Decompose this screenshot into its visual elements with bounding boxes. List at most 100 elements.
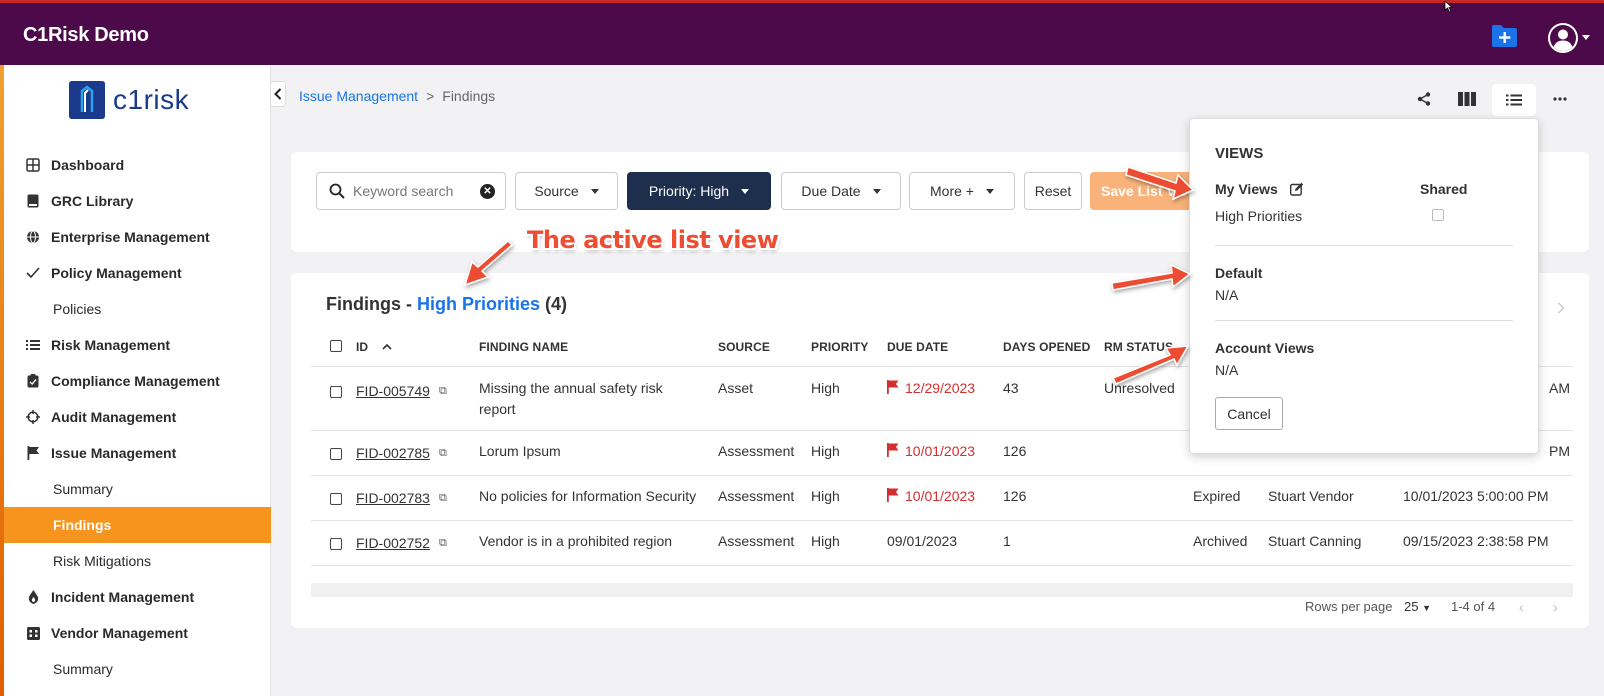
sidebar-item-enterprise-management[interactable]: Enterprise Management [4,219,271,255]
rows-per-page-value: 25 [1404,599,1419,614]
row-checkbox[interactable] [330,538,342,550]
horizontal-scrollbar[interactable] [311,583,1573,597]
shared-column-label: Shared [1420,181,1468,197]
finding-due-date: 12/29/2023 [887,378,975,399]
my-view-high-priorities[interactable]: High Priorities [1215,208,1302,224]
finding-id-link[interactable]: FID-005749 [356,381,430,402]
list-icon [25,337,41,353]
select-all-checkbox[interactable] [330,340,342,352]
findings-title: Findings - High Priorities (4) [326,294,567,315]
column-header-rm-status[interactable]: RM STATUS [1104,340,1173,354]
priority-filter[interactable]: Priority: High [627,172,771,210]
due-date-filter-label: Due Date [801,183,861,199]
shared-checkbox[interactable] [1432,209,1444,221]
default-view-label: Default [1215,265,1263,281]
grid-icon [25,157,41,173]
book-icon [25,193,41,209]
source-filter[interactable]: Source [515,172,618,210]
caret-down-icon: ▼ [1422,603,1432,613]
mouse-cursor-icon [1444,0,1456,18]
sidebar-item-audit-management[interactable]: Audit Management [4,399,271,435]
logo-text: c1risk [113,84,190,115]
app-title[interactable]: C1Risk Demo [23,24,149,47]
sidebar-item-findings[interactable]: Findings [4,507,271,543]
prev-page-icon[interactable]: ‹ [1519,599,1524,615]
chevron-down-icon [590,188,599,194]
breadcrumb: Issue Management > Findings [299,88,495,104]
logo-mark-icon [69,81,105,119]
sidebar-item-risk-mitigations[interactable]: Risk Mitigations [4,543,271,579]
sidebar-item-label: Audit Management [51,409,177,425]
due-date-text: 10/01/2023 [905,443,976,459]
edit-icon[interactable] [1289,182,1304,196]
cancel-button[interactable]: Cancel [1215,397,1283,430]
column-header-days-opened[interactable]: DAYS OPENED [1003,340,1090,354]
reset-button[interactable]: Reset [1024,172,1082,210]
sidebar-item-incident-management[interactable]: Incident Management [4,579,271,615]
sidebar-item-vendor-summary[interactable]: Summary [4,651,271,687]
finding-name: Vendor is in a prohibited region [479,533,673,549]
columns-icon[interactable] [1458,90,1476,108]
sort-ascending-icon[interactable] [382,343,392,350]
finding-rm-status: Unresolved [1104,380,1175,396]
sidebar-item-summary[interactable]: Summary [4,471,271,507]
external-link-icon[interactable]: ⧉ [439,492,447,505]
chevron-down-icon [985,188,994,194]
column-header-finding-name[interactable]: FINDING NAME [479,340,568,354]
column-header-label: ID [356,340,369,354]
sidebar-item-grc-library[interactable]: GRC Library [4,183,271,219]
my-views-label: My Views [1215,181,1304,197]
finding-name: Lorum Ipsum [479,443,561,459]
column-header-id[interactable]: ID [356,340,392,354]
rows-per-page-select[interactable]: 25 ▼ [1404,599,1431,614]
sidebar-item-label: Risk Management [51,337,171,353]
sidebar-item-vendor-management[interactable]: Vendor Management [4,615,271,651]
due-date-filter[interactable]: Due Date [781,172,901,210]
collapse-sidebar-button[interactable] [270,81,286,107]
clear-search-icon[interactable]: ✕ [480,184,495,199]
external-link-icon[interactable]: ⧉ [439,385,447,398]
external-link-icon[interactable]: ⧉ [439,447,447,460]
chevron-right-icon[interactable] [1557,302,1565,314]
brand-logo[interactable]: c1risk [69,81,189,119]
finding-days-opened: 43 [1003,380,1019,396]
more-filters-button[interactable]: More + [909,172,1015,210]
crosshair-icon [25,409,41,425]
sidebar-item-compliance-management[interactable]: Compliance Management [4,363,271,399]
breadcrumb-issue-management[interactable]: Issue Management [299,88,418,104]
sidebar-item-label: Dashboard [51,157,125,173]
column-header-due-date[interactable]: DUE DATE [887,340,948,354]
finding-updated-partial: PM [1549,443,1570,459]
sidebar-item-risk-management[interactable]: Risk Management [4,327,271,363]
keyword-search-input[interactable]: Keyword search ✕ [316,172,506,210]
finding-id-link[interactable]: FID-002785 [356,443,430,464]
share-icon[interactable] [1415,90,1433,108]
chevron-down-icon [741,188,750,194]
row-checkbox[interactable] [330,386,342,398]
sidebar-item-issue-management[interactable]: Issue Management [4,435,271,471]
sidebar-item-dashboard[interactable]: Dashboard [4,147,271,183]
active-view-name[interactable]: High Priorities [417,294,540,314]
default-view-value: N/A [1215,287,1239,303]
column-header-source[interactable]: SOURCE [718,340,770,354]
folder-plus-icon[interactable] [1490,23,1519,49]
finding-id-link[interactable]: FID-002752 [356,533,430,554]
finding-id-link[interactable]: FID-002783 [356,488,430,509]
more-options-icon[interactable] [1551,90,1569,108]
avatar-caret-icon[interactable] [1582,35,1590,40]
sidebar-item-label: Enterprise Management [51,229,210,245]
sidebar-item-policy-management[interactable]: Policy Management [4,255,271,291]
row-checkbox[interactable] [330,448,342,460]
external-link-icon[interactable]: ⧉ [439,537,447,550]
column-header-priority[interactable]: PRIORITY [811,340,868,354]
next-page-icon[interactable]: › [1553,599,1558,615]
row-checkbox[interactable] [330,493,342,505]
check-icon [25,265,41,281]
list-views-button[interactable] [1492,84,1536,116]
save-list-view-button[interactable]: Save List View [1090,172,1195,210]
user-avatar-icon[interactable] [1547,22,1579,54]
sidebar-item-label: Risk Mitigations [53,553,152,569]
finding-source: Asset [718,380,754,396]
sidebar-item-label: GRC Library [51,193,134,209]
sidebar-item-policies[interactable]: Policies [4,291,271,327]
